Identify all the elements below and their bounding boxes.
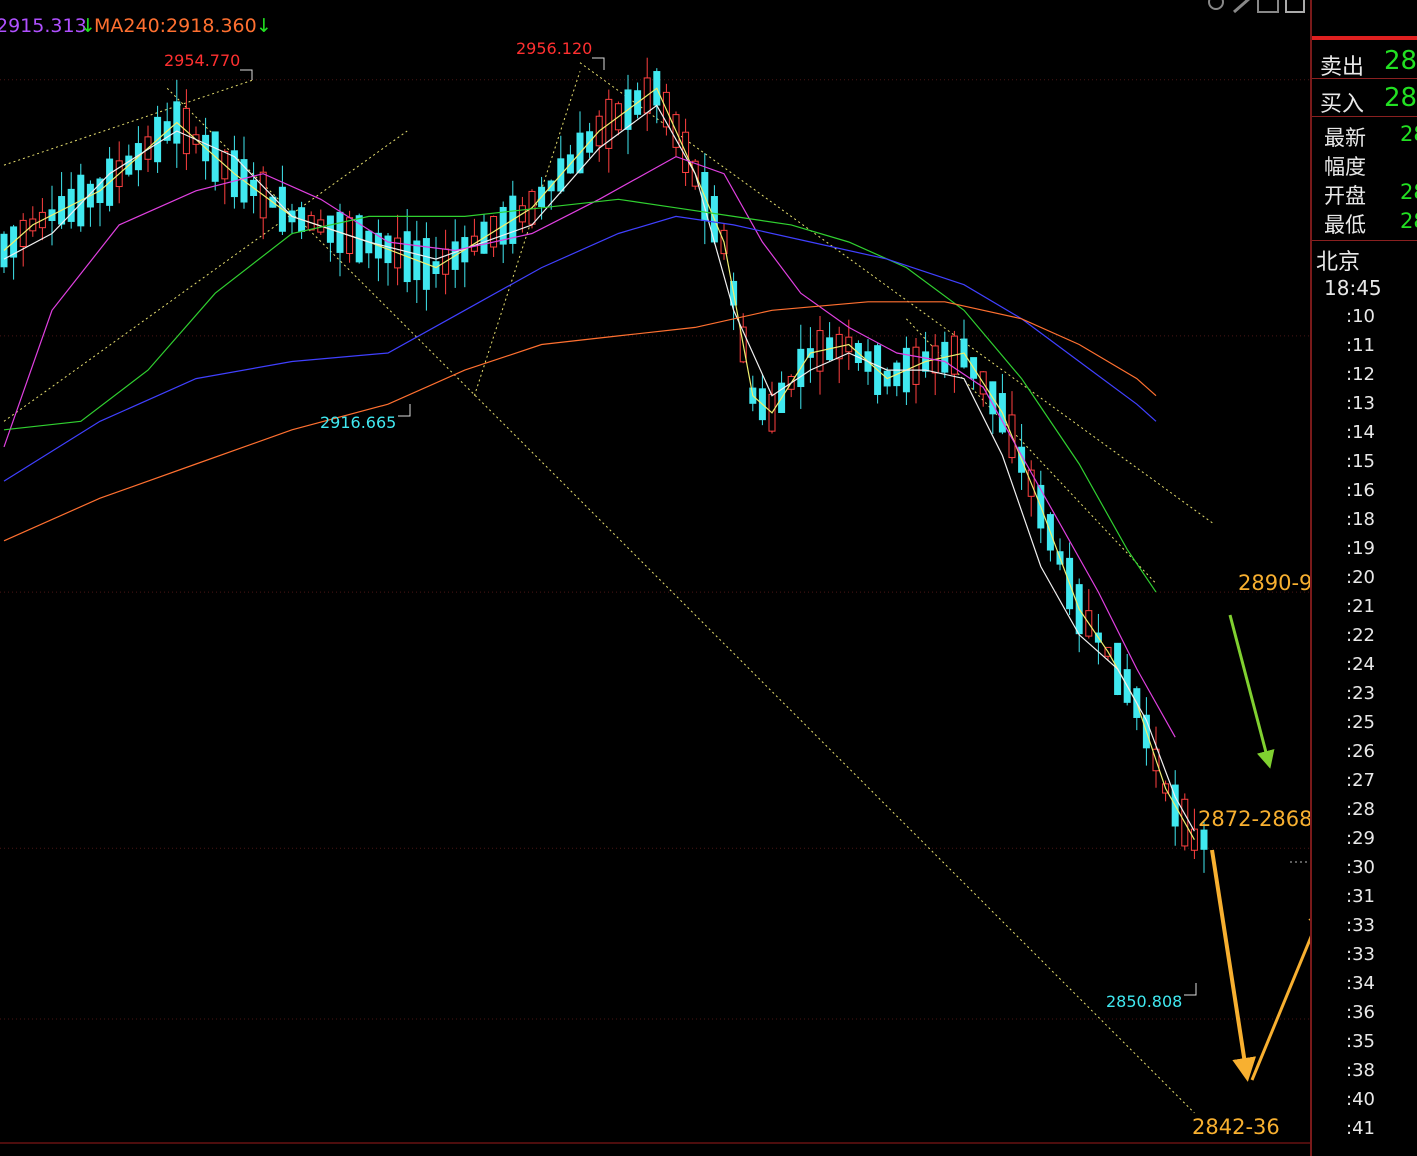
sidebar-divider	[1312, 78, 1417, 79]
open-row: 开盘 28	[1312, 180, 1417, 209]
time-tick: :16	[1346, 480, 1375, 501]
time-tick: :34	[1346, 973, 1375, 994]
time-tick: :18	[1346, 509, 1375, 530]
buy-label: 买入	[1320, 92, 1365, 117]
quote-sidebar: 卖出 28 买入 28 最新 28 幅度 开盘 28 最低 28 北京 18:4…	[1310, 0, 1417, 1156]
high-label-2: 2956.120	[516, 39, 592, 58]
time-tick: :11	[1346, 335, 1375, 356]
low-pointer-1	[398, 404, 411, 417]
time-tick: :14	[1346, 422, 1375, 443]
chart-gridlines	[0, 79, 1310, 1020]
trend-channel-lines	[3, 62, 1214, 1114]
buy-value: 28	[1384, 83, 1417, 113]
sidebar-divider	[1312, 240, 1417, 241]
time-tick: :23	[1346, 683, 1375, 704]
time-tick: :41	[1346, 1118, 1375, 1139]
time-tick: :26	[1346, 741, 1375, 762]
legend-ma240: MA240:2918.360	[94, 15, 257, 37]
low-label-2: 2850.808	[1106, 992, 1182, 1011]
time-tick: :24	[1346, 654, 1375, 675]
time-tick: :33	[1346, 944, 1375, 965]
time-tick: :28	[1346, 799, 1375, 820]
forecast-arrow-down-green	[1228, 614, 1275, 769]
buy-row[interactable]: 买入 28	[1312, 81, 1417, 117]
toolbar-icons[interactable]	[1208, 0, 1305, 14]
time-tick: :10	[1346, 306, 1375, 327]
time-tick: :31	[1346, 886, 1375, 907]
latest-value: 28	[1400, 122, 1417, 146]
forecast-arrow-down	[1210, 849, 1257, 1082]
low-pointer-2	[1184, 983, 1197, 996]
candle-body	[0, 233, 8, 268]
sell-row[interactable]: 卖出 28	[1312, 44, 1417, 80]
time-tick: :36	[1346, 1002, 1375, 1023]
ma-line-ma20	[3, 155, 1176, 738]
current-time: 18:45	[1324, 276, 1382, 300]
target-label-1: 2890-95	[1238, 571, 1310, 595]
channel-line	[166, 87, 1195, 1114]
latest-label: 最新	[1324, 126, 1366, 150]
kline-chart[interactable]: 2915.313 ↓ MA240:2918.360 ↓ 2954.770 295…	[0, 0, 1310, 1156]
target-label-3: 2842-36	[1192, 1115, 1280, 1139]
time-tick: :13	[1346, 393, 1375, 414]
time-tick: :29	[1346, 828, 1375, 849]
time-tick: :40	[1346, 1089, 1375, 1110]
low-label: 最低	[1324, 213, 1366, 237]
low-label-1: 2916.665	[320, 413, 396, 432]
time-tick: :27	[1346, 770, 1375, 791]
low-row: 最低 28	[1312, 209, 1417, 238]
open-value: 28	[1400, 180, 1417, 204]
time-tick: :30	[1346, 857, 1375, 878]
forecast-arrow-up	[1250, 906, 1310, 1081]
time-tick: :38	[1346, 1060, 1375, 1081]
legend-ma240-arrow: ↓	[256, 15, 272, 37]
grid-icon[interactable]	[1257, 0, 1279, 13]
time-tick: :15	[1346, 451, 1375, 472]
time-tick: :33	[1346, 915, 1375, 936]
latest-row: 最新 28	[1312, 122, 1417, 151]
time-tick: :20	[1346, 567, 1375, 588]
city-label: 北京	[1316, 250, 1361, 275]
sell-label: 卖出	[1320, 55, 1365, 80]
forecast-arrows	[1210, 614, 1310, 1082]
time-tick: :19	[1346, 538, 1375, 559]
legend-ma-prev: 2915.313	[0, 15, 87, 37]
time-tick: :12	[1346, 364, 1375, 385]
moving-average-lines	[3, 87, 1195, 840]
time-tick: :35	[1346, 1031, 1375, 1052]
range-label: 幅度	[1324, 155, 1366, 179]
ma-line-ma120	[3, 215, 1157, 482]
sell-value: 28	[1384, 46, 1417, 76]
high-pointer-2	[592, 57, 605, 70]
high-pointer-1	[240, 69, 253, 80]
range-row: 幅度	[1312, 151, 1417, 180]
candlestick-series	[0, 57, 1208, 873]
sidebar-divider	[1312, 116, 1417, 117]
candle-body	[1200, 829, 1208, 850]
time-tick: :22	[1346, 625, 1375, 646]
edit-icon[interactable]	[1233, 0, 1250, 14]
low-value: 28	[1400, 209, 1417, 233]
open-label: 开盘	[1324, 184, 1366, 208]
high-label-1: 2954.770	[164, 51, 240, 70]
time-tick: :25	[1346, 712, 1375, 733]
target-label-2: 2872-2868	[1198, 807, 1310, 831]
eye-icon[interactable]	[1208, 0, 1224, 10]
window-icon[interactable]	[1285, 0, 1305, 13]
time-tick: :21	[1346, 596, 1375, 617]
sidebar-top-accent	[1312, 36, 1417, 40]
